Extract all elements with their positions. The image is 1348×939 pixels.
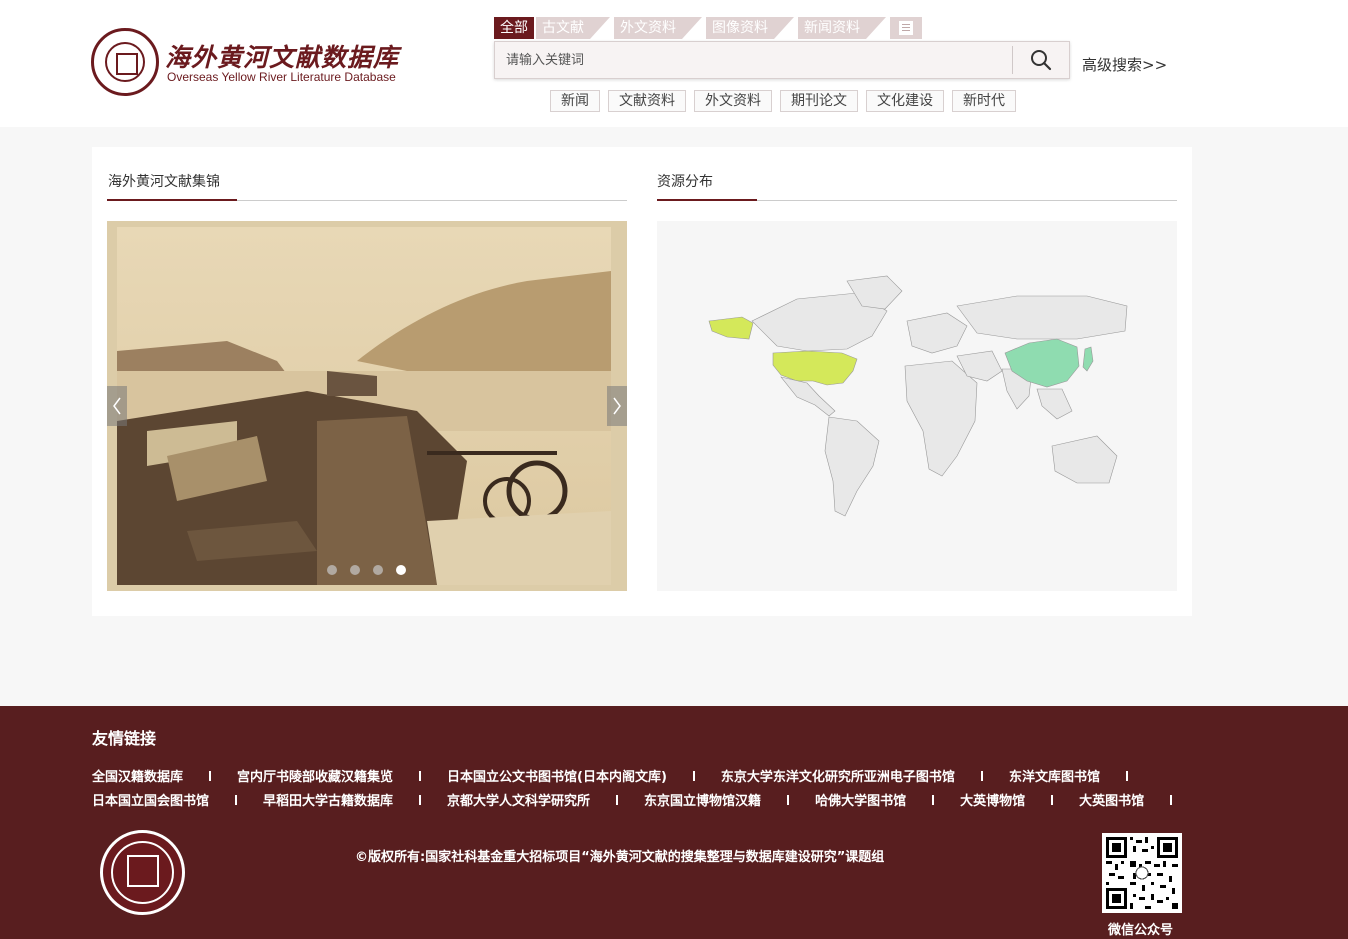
- map-region-japan: [1082, 346, 1094, 372]
- link-separator: [1170, 794, 1173, 805]
- search-icon: [1031, 50, 1052, 71]
- link-separator: [1125, 770, 1128, 781]
- qr-code-label: 微信公众号: [1108, 923, 1174, 938]
- tab-foreign-materials[interactable]: 外文资料: [614, 17, 702, 39]
- friendly-link[interactable]: 东京大学东洋文化研究所亚洲电子图书馆: [721, 766, 955, 785]
- map-region-europe: [906, 312, 968, 354]
- quick-link-foreign[interactable]: 外文资料: [694, 90, 772, 112]
- friendly-link[interactable]: 哈佛大学图书馆: [815, 790, 906, 809]
- logo-subtitle: Overseas Yellow River Literature Databas…: [167, 70, 396, 84]
- carousel-dot[interactable]: [327, 565, 337, 575]
- friendly-link[interactable]: 宫内厅书陵部收藏汉籍集览: [237, 766, 393, 785]
- carousel-dots: [327, 565, 419, 575]
- map-region-africa: [904, 360, 978, 477]
- tab-all[interactable]: 全部: [494, 17, 534, 39]
- tab-ancient-literature[interactable]: 古文献: [536, 17, 610, 39]
- friendly-link[interactable]: 大英图书馆: [1079, 790, 1144, 809]
- map-region-south-america: [824, 416, 880, 517]
- copyright-text: ©版权所有:国家社科基金重大招标项目“海外黄河文献的搜集整理与数据库建设研究”课…: [355, 850, 885, 865]
- gallery-title-underline: [107, 199, 627, 201]
- carousel-photo: [107, 221, 627, 591]
- carousel-dot[interactable]: [373, 565, 383, 575]
- site-footer: 友情链接 全国汉籍数据库 宫内厅书陵部收藏汉籍集览 日本国立公文书图书馆(日本内…: [0, 706, 1348, 939]
- wechat-qr-code: [1102, 833, 1182, 913]
- seal-logo-icon: [91, 28, 159, 96]
- advanced-search-link[interactable]: 高级搜索>>: [1082, 54, 1167, 75]
- link-separator: [932, 794, 935, 805]
- menu-icon[interactable]: [890, 17, 922, 39]
- quick-links: 新闻 文献资料 外文资料 期刊论文 文化建设 新时代: [550, 90, 1024, 112]
- link-separator: [787, 794, 790, 805]
- logo-title: 海外黄河文献数据库: [165, 43, 400, 72]
- footer-seal-logo-icon: [100, 830, 185, 915]
- link-separator: [419, 794, 422, 805]
- friendly-link[interactable]: 日本国立国会图书馆: [92, 790, 209, 809]
- tab-news-materials[interactable]: 新闻资料: [798, 17, 886, 39]
- search-box: [494, 41, 1070, 79]
- link-separator: [209, 770, 212, 781]
- friendly-link[interactable]: 京都大学人文科学研究所: [447, 790, 590, 809]
- search-input[interactable]: [495, 42, 1011, 78]
- search-button[interactable]: [1013, 42, 1069, 78]
- map-region-alaska: [708, 316, 754, 340]
- link-separator: [616, 794, 619, 805]
- world-map: [708, 275, 1128, 517]
- carousel-next-button[interactable]: [607, 386, 627, 426]
- site-header: 海外黄河文献数据库 Overseas Yellow River Literatu…: [0, 0, 1348, 127]
- resource-distribution-map[interactable]: [657, 221, 1177, 591]
- qr-code-icon: [1106, 837, 1178, 909]
- link-separator: [419, 770, 422, 781]
- friendly-link[interactable]: 大英博物馆: [960, 790, 1025, 809]
- site-logo[interactable]: 海外黄河文献数据库 Overseas Yellow River Literatu…: [91, 28, 401, 98]
- link-separator: [1051, 794, 1054, 805]
- map-region-russia: [956, 295, 1128, 340]
- quick-link-literature[interactable]: 文献资料: [608, 90, 686, 112]
- carousel-dot[interactable]: [350, 565, 360, 575]
- carousel-prev-button[interactable]: [107, 386, 127, 426]
- search-category-tabs: 全部 古文献 外文资料 图像资料 新闻资料: [494, 17, 922, 39]
- map-region-australia: [1051, 435, 1118, 484]
- link-separator: [692, 770, 695, 781]
- chevron-right-icon: [613, 397, 621, 415]
- friendly-link[interactable]: 早稻田大学古籍数据库: [263, 790, 393, 809]
- link-separator: [235, 794, 238, 805]
- tab-image-materials[interactable]: 图像资料: [706, 17, 794, 39]
- quick-link-journal-papers[interactable]: 期刊论文: [780, 90, 858, 112]
- friendly-links-title: 友情链接: [92, 729, 157, 748]
- friendly-links-row-2: 日本国立国会图书馆 早稻田大学古籍数据库 京都大学人文科学研究所 东京国立博物馆…: [92, 790, 1173, 809]
- quick-link-news[interactable]: 新闻: [550, 90, 600, 112]
- quick-link-new-era[interactable]: 新时代: [952, 90, 1016, 112]
- friendly-link[interactable]: 东洋文库图书馆: [1009, 766, 1100, 785]
- chevron-left-icon: [113, 397, 121, 415]
- distribution-title-underline: [657, 199, 1177, 201]
- friendly-links-row-1: 全国汉籍数据库 宫内厅书陵部收藏汉籍集览 日本国立公文书图书馆(日本内阁文库) …: [92, 766, 1154, 785]
- carousel-dot-active[interactable]: [396, 565, 406, 575]
- link-separator: [980, 770, 983, 781]
- friendly-link[interactable]: 全国汉籍数据库: [92, 766, 183, 785]
- map-region-southeast-asia: [1036, 388, 1073, 420]
- gallery-title: 海外黄河文献集锦: [108, 174, 220, 190]
- main-panel: 海外黄河文献集锦 资源分布: [92, 147, 1192, 616]
- quick-link-culture[interactable]: 文化建设: [866, 90, 944, 112]
- image-carousel[interactable]: [107, 221, 627, 591]
- friendly-link[interactable]: 东京国立博物馆汉籍: [644, 790, 761, 809]
- friendly-link[interactable]: 日本国立公文书图书馆(日本内阁文库): [447, 766, 667, 785]
- distribution-title: 资源分布: [657, 174, 713, 190]
